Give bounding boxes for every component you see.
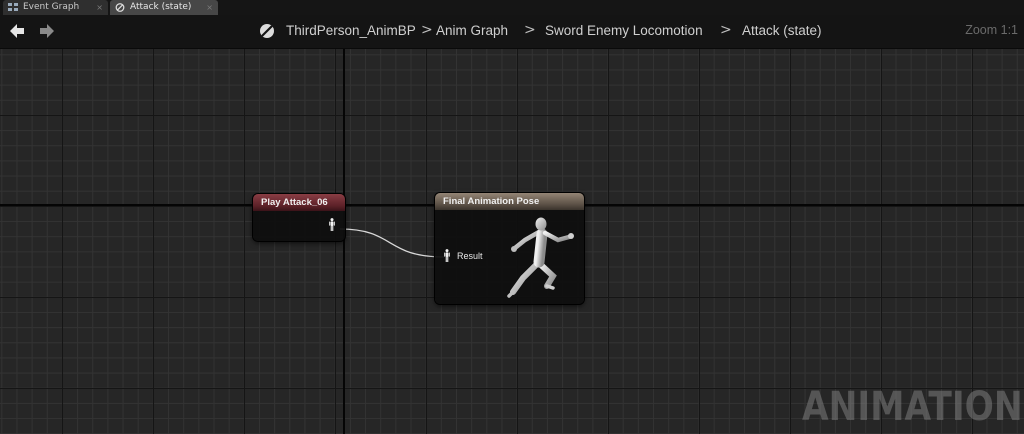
result-pin-label: Result — [457, 251, 483, 261]
tab-event-graph[interactable]: Event Graph × — [3, 0, 108, 15]
final-animation-pose-node[interactable]: Final Animation Pose Result — [435, 193, 584, 304]
tab-label: Event Graph — [23, 2, 80, 12]
breadcrumb-separator: > — [720, 22, 732, 38]
tab-label: Attack (state) — [130, 2, 192, 12]
state-icon — [115, 3, 125, 12]
graph-type-watermark: ANIMATION — [802, 384, 1023, 430]
breadcrumb-separator: > — [421, 22, 433, 38]
running-mannequin-icon — [507, 217, 574, 298]
close-icon[interactable]: × — [206, 0, 213, 15]
breadcrumb-item[interactable]: Anim Graph — [436, 23, 508, 38]
breadcrumb-item[interactable]: ThirdPerson_AnimBP — [286, 23, 416, 38]
origin-axis-vertical — [343, 49, 345, 434]
node-title: Final Animation Pose — [435, 193, 584, 210]
pose-input-pin-icon[interactable] — [443, 249, 451, 262]
blueprint-icon — [260, 24, 274, 38]
zoom-level: Zoom 1:1 — [965, 23, 1018, 37]
close-icon[interactable]: × — [96, 0, 103, 15]
play-animation-node[interactable]: Play Attack_06 — [253, 194, 345, 241]
node-title: Play Attack_06 — [253, 194, 345, 211]
breadcrumb-item[interactable]: Sword Enemy Locomotion — [545, 23, 703, 38]
graph-icon — [8, 3, 18, 11]
document-tab-bar: Event Graph × Attack (state) × — [0, 0, 1024, 15]
back-arrow-icon[interactable] — [8, 22, 26, 40]
forward-arrow-icon[interactable] — [38, 22, 56, 40]
tab-attack-state[interactable]: Attack (state) × — [110, 0, 218, 15]
breadcrumb-toolbar: ThirdPerson_AnimBP > Anim Graph > Sword … — [0, 15, 1024, 49]
graph-canvas[interactable]: Play Attack_06 Final Animation Pose Resu… — [0, 49, 1024, 434]
breadcrumb-separator: > — [524, 22, 536, 38]
breadcrumb-item[interactable]: Attack (state) — [742, 23, 822, 38]
pose-output-pin-icon[interactable] — [328, 218, 336, 231]
